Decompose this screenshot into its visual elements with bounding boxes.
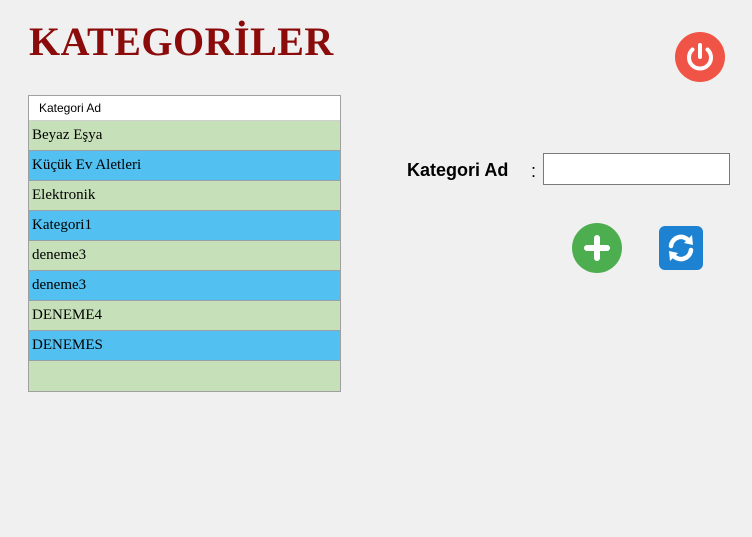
new-row[interactable] — [29, 361, 340, 391]
table-row[interactable]: Küçük Ev Aletleri — [29, 151, 340, 181]
exit-button[interactable] — [675, 32, 725, 82]
refresh-button[interactable] — [659, 226, 703, 270]
kategori-ad-label: Kategori Ad — [407, 160, 509, 180]
table-row[interactable]: Beyaz Eşya — [29, 121, 340, 151]
page-title: KATEGORİLER — [29, 19, 334, 64]
column-header-kategori-ad[interactable]: Kategori Ad — [29, 96, 340, 121]
kategori-ad-input[interactable] — [543, 153, 730, 185]
add-button[interactable] — [572, 223, 622, 273]
refresh-icon — [668, 234, 694, 262]
label-colon: : — [531, 161, 537, 181]
power-icon — [687, 43, 713, 71]
plus-circle-icon — [584, 235, 610, 261]
table-row[interactable]: deneme3 — [29, 241, 340, 271]
table-row[interactable]: DENEMES — [29, 331, 340, 361]
table-row[interactable]: Kategori1 — [29, 211, 340, 241]
table-row[interactable]: DENEME4 — [29, 301, 340, 331]
table-row[interactable]: deneme3 — [29, 271, 340, 301]
category-grid[interactable]: Kategori Ad Beyaz Eşya Küçük Ev Aletleri… — [28, 95, 341, 392]
table-row[interactable]: Elektronik — [29, 181, 340, 211]
